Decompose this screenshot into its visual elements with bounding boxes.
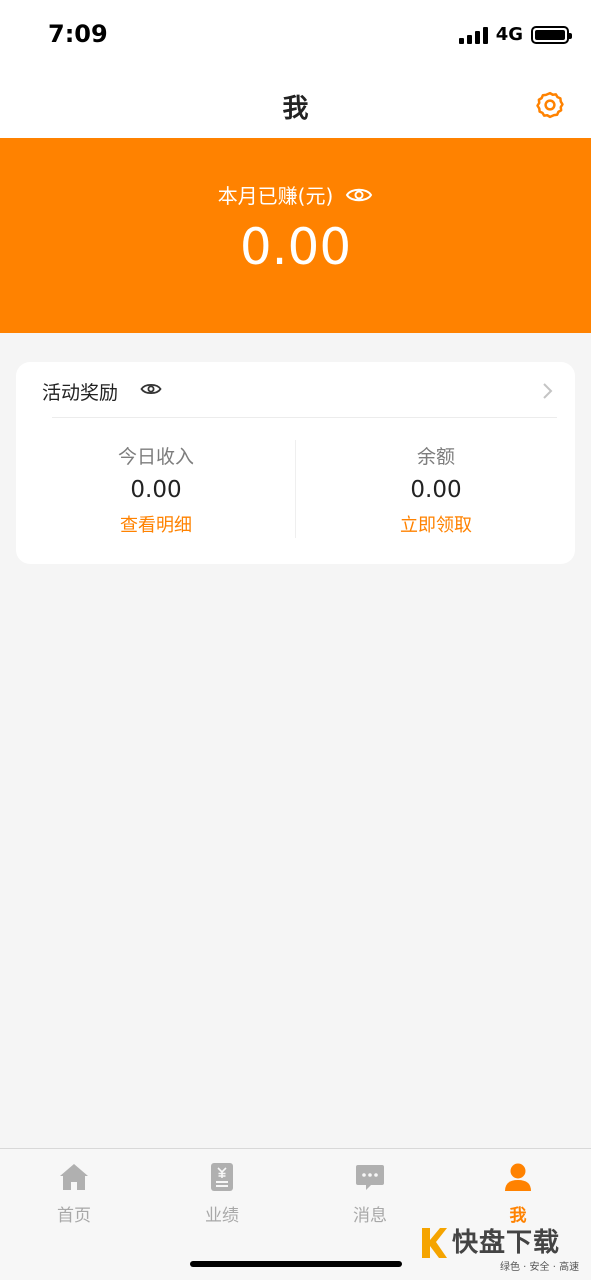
view-details-link[interactable]: 查看明细: [120, 511, 192, 537]
balance-label: 余额: [416, 446, 455, 468]
earnings-label: 本月已赚(元): [217, 184, 334, 208]
tab-performance[interactable]: 业绩: [148, 1161, 296, 1231]
today-income-label: 今日收入: [117, 446, 194, 468]
gear-icon: [536, 91, 564, 119]
earnings-amount: 0.00: [239, 218, 352, 276]
balance-section: 余额 0.00 立即领取: [296, 442, 576, 537]
tab-messages[interactable]: 消息: [296, 1161, 444, 1231]
watermark-text: 快盘下载: [452, 1228, 561, 1258]
claim-now-link[interactable]: 立即领取: [400, 511, 472, 537]
tab-performance-label: 业绩: [205, 1206, 239, 1226]
home-indicator: [190, 1261, 402, 1267]
home-icon: [60, 1164, 88, 1190]
rewards-card-header[interactable]: 活动奖励: [16, 362, 575, 418]
watermark: 快盘下载 绿色 · 安全 · 高速: [420, 1222, 588, 1276]
earnings-label-row: 本月已赚(元): [0, 180, 591, 209]
page-title: 我: [282, 94, 309, 124]
rewards-card: 活动奖励 今日收入 0.00 查看明细 余额 0.00 立即领取: [16, 362, 575, 564]
user-icon: [505, 1163, 531, 1191]
eye-icon[interactable]: [345, 185, 373, 205]
earnings-banner: 本月已赚(元) 0.00: [0, 138, 591, 333]
chevron-right-icon: [543, 383, 553, 399]
battery-icon: [531, 25, 572, 44]
eye-icon[interactable]: [140, 381, 162, 397]
status-indicators: 4G: [458, 24, 572, 45]
balance-value: 0.00: [410, 477, 462, 503]
watermark-subtitle: 绿色 · 安全 · 高速: [500, 1262, 580, 1273]
rewards-title: 活动奖励: [42, 382, 119, 404]
status-time: 7:09: [48, 20, 108, 48]
tab-home-label: 首页: [57, 1206, 91, 1226]
signal-icon: [458, 26, 488, 44]
network-type: 4G: [495, 24, 523, 45]
settings-button[interactable]: [535, 90, 565, 120]
card-divider: [52, 417, 557, 418]
tab-me[interactable]: 我: [444, 1161, 591, 1231]
today-income-section: 今日收入 0.00 查看明细: [16, 442, 296, 537]
tab-home[interactable]: 首页: [0, 1161, 148, 1231]
nav-header: 我: [0, 70, 591, 138]
k-logo-icon: [422, 1228, 447, 1258]
document-yen-icon: [211, 1163, 233, 1191]
today-income-value: 0.00: [130, 477, 182, 503]
status-bar: 7:09 4G: [0, 0, 591, 70]
chat-icon: [356, 1165, 384, 1190]
